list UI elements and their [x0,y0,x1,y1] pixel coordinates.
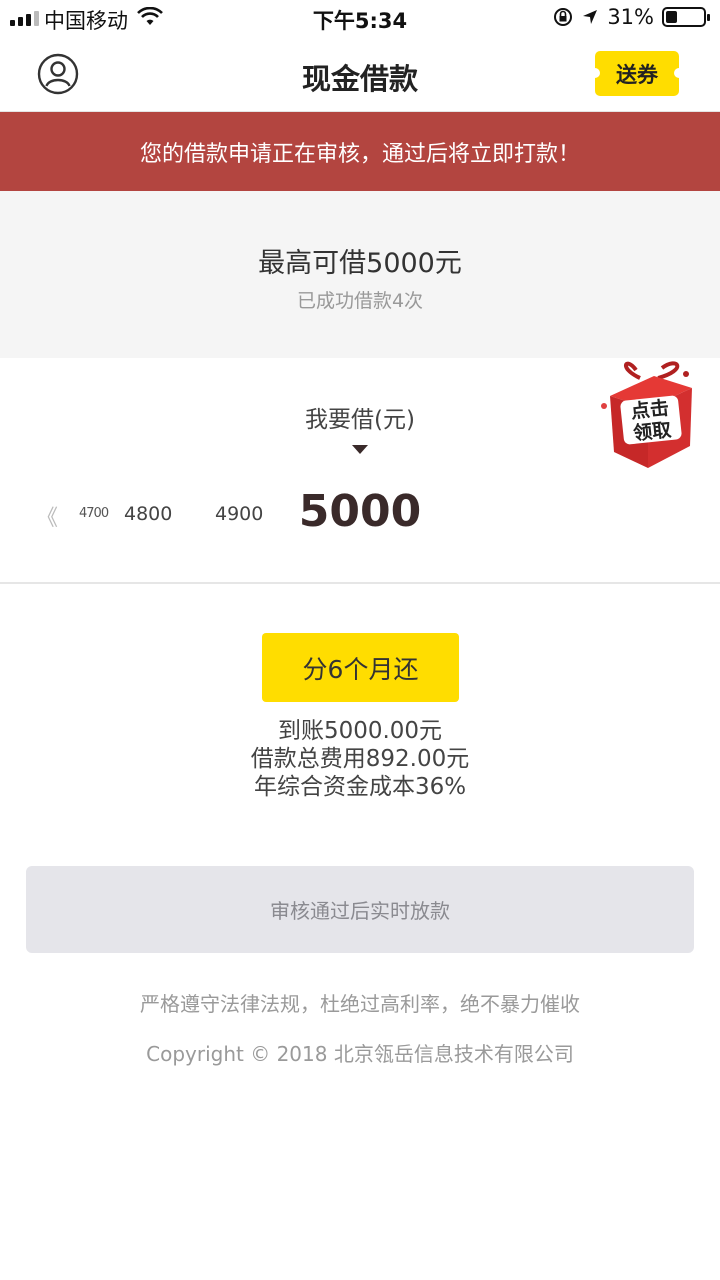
submit-button[interactable]: 审核通过后实时放款 [26,866,694,953]
repayment-term-button[interactable]: 分6个月还 [262,633,459,702]
location-icon [583,10,598,24]
compliance-notice: 严格遵守法律法规，杜绝过高利率，绝不暴力催收 [140,992,580,1016]
rotation-lock-icon [554,8,573,26]
max-loan-amount: 最高可借5000元 [258,248,462,279]
amount-ruler[interactable]: 《 4700 4800 4900 5000 [0,486,720,546]
gift-text-line2: 领取 [632,418,672,445]
annual-cost-rate: 年综合资金成本36% [253,774,467,800]
review-status-banner: 您的借款申请正在审核，通过后将立即打款！ [0,112,720,191]
status-bar: 中国移动 下午5:34 31% [0,0,720,36]
nav-bar: 现金借款 送券 [0,36,720,112]
section-divider [0,582,720,584]
received-amount: 到账5000.00元 [277,718,443,744]
selector-pointer-icon [352,445,368,454]
coupon-button[interactable]: 送券 [590,51,684,96]
gift-box-icon[interactable]: 点击 领取 [596,356,700,468]
selected-amount: 5000 [298,486,422,537]
battery-icon [662,7,710,27]
battery-level [666,11,677,23]
loan-details: 到账5000.00元 借款总费用892.00元 年综合资金成本36% [0,717,720,801]
total-fee: 借款总费用892.00元 [250,746,470,772]
copyright: Copyright © 2018 北京瓴岳信息技术有限公司 [146,1042,574,1066]
battery-percent: 31% [607,5,654,29]
limit-section: 最高可借5000元 已成功借款4次 [0,191,720,358]
loan-count: 已成功借款4次 [296,290,424,312]
